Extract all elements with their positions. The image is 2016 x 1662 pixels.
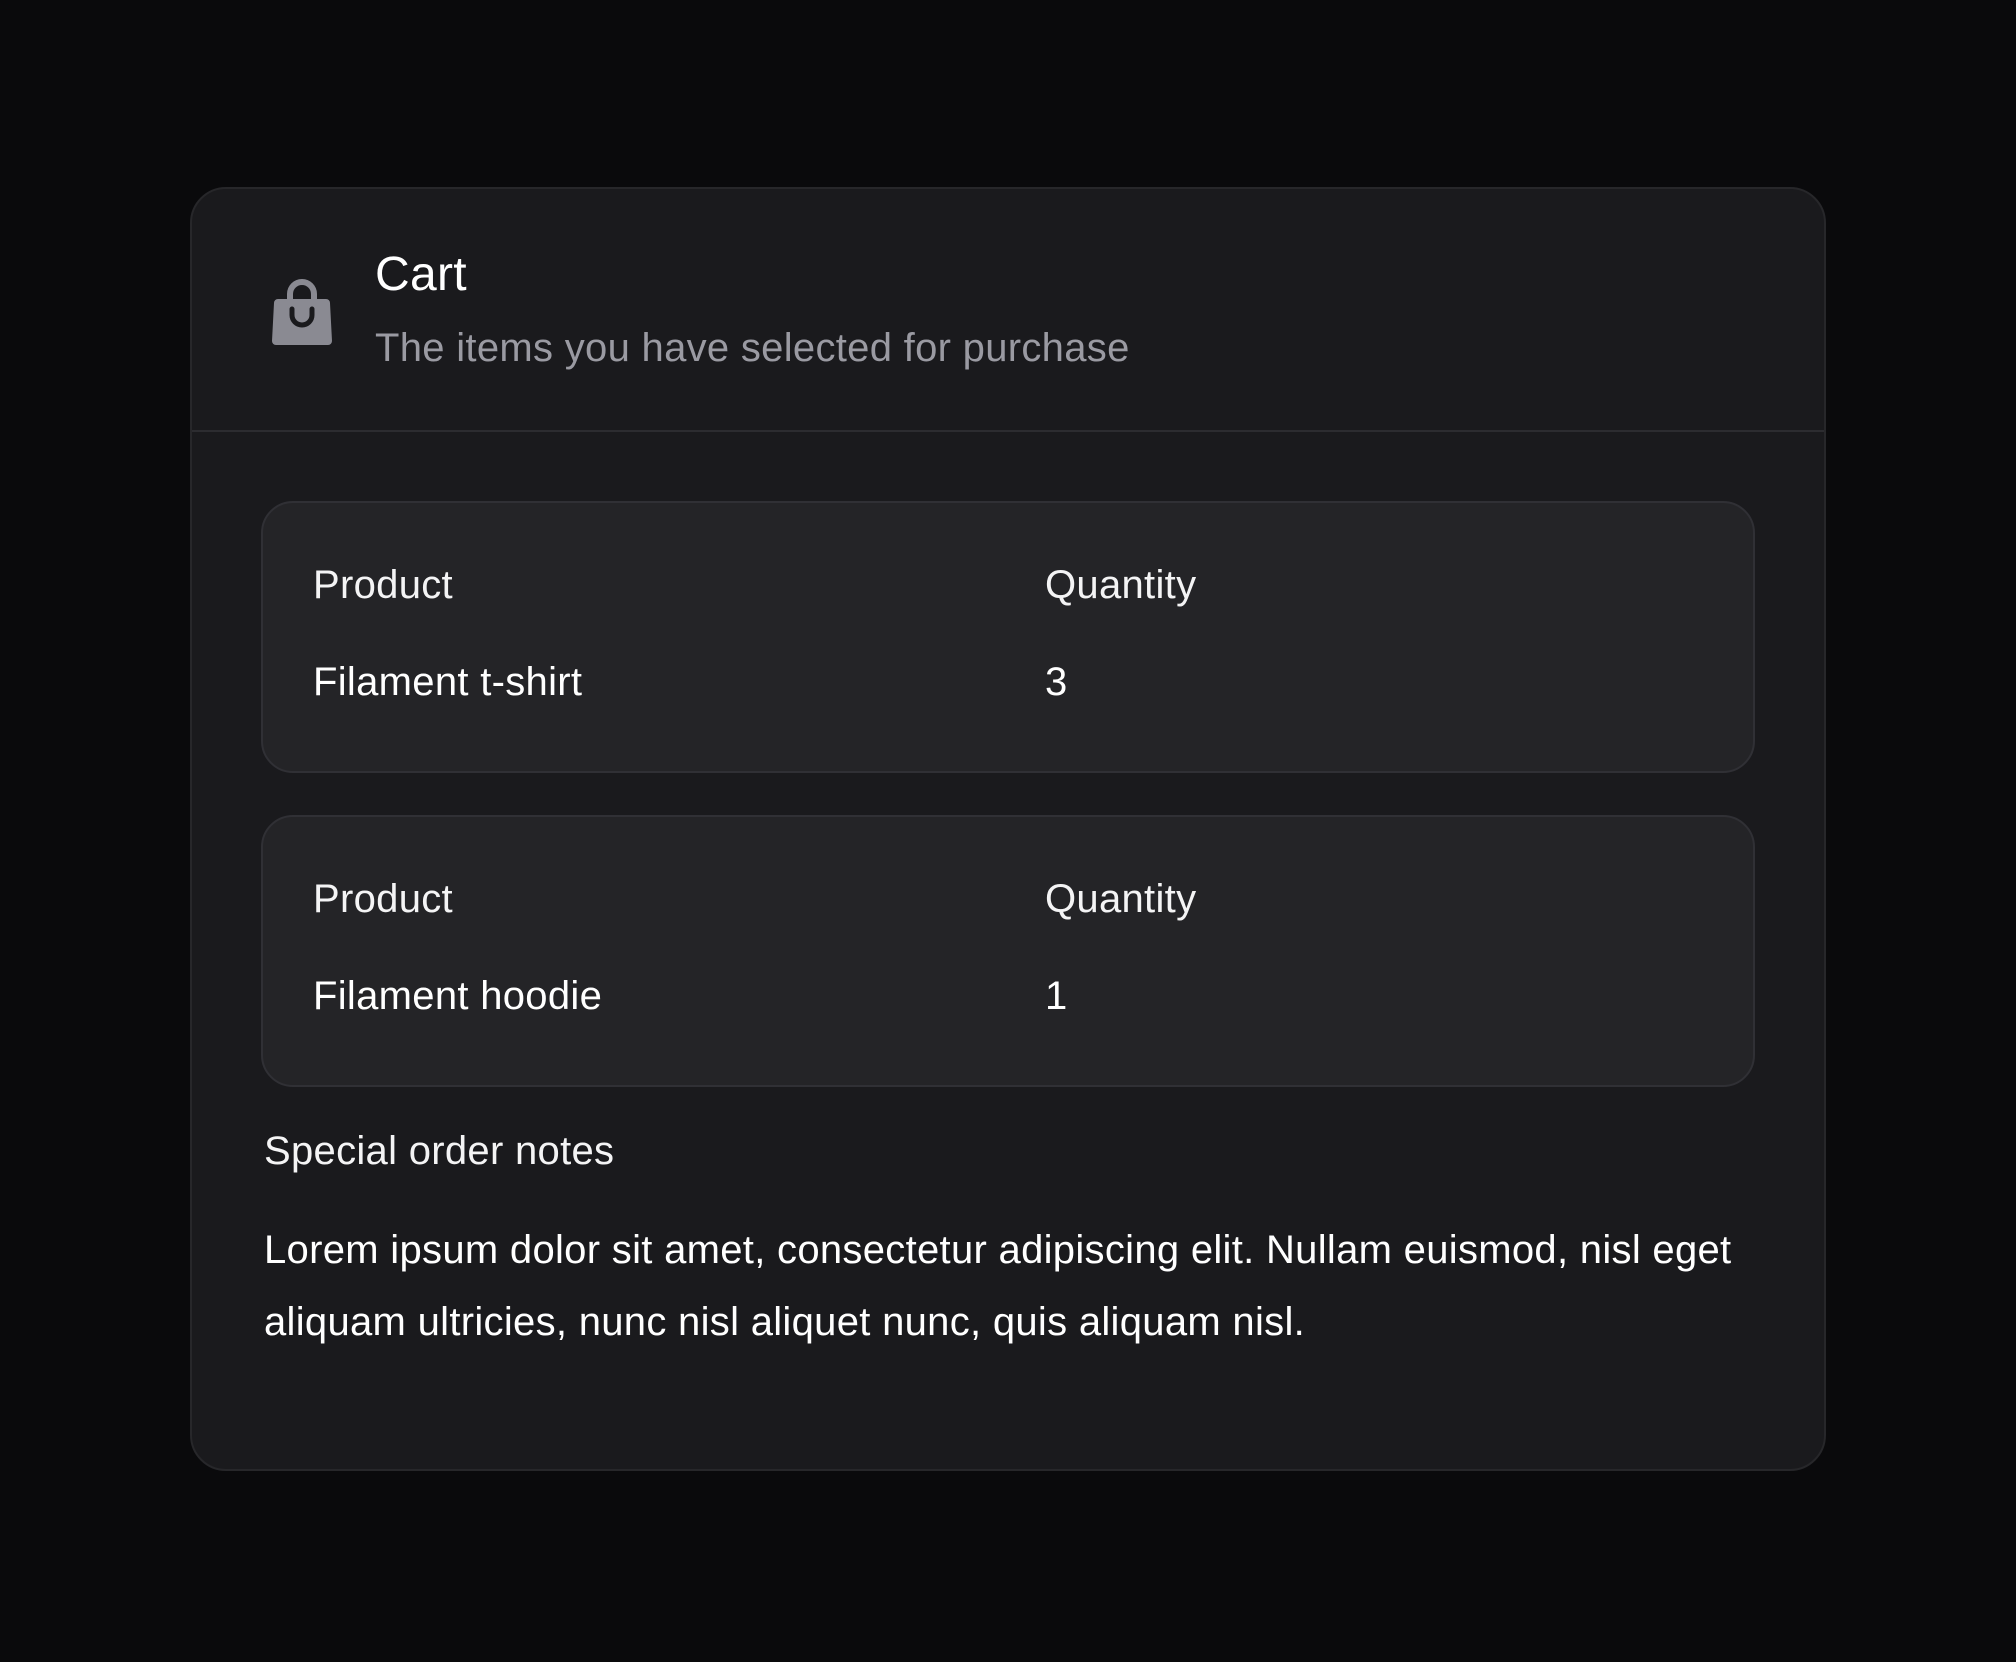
cart-card: Cart The items you have selected for pur… — [190, 187, 1826, 1471]
card-body: Product Quantity Filament t-shirt 3 Prod… — [192, 432, 1824, 1358]
cart-item: Product Quantity Filament hoodie 1 — [261, 815, 1755, 1087]
cart-item: Product Quantity Filament t-shirt 3 — [261, 501, 1755, 773]
product-value: Filament hoodie — [313, 974, 603, 1018]
shopping-bag-icon — [270, 277, 334, 347]
card-title: Cart — [375, 248, 467, 301]
product-value: Filament t-shirt — [313, 660, 583, 704]
quantity-label: Quantity — [1045, 877, 1197, 921]
order-notes: Special order notes Lorem ipsum dolor si… — [261, 1129, 1755, 1358]
card-header: Cart The items you have selected for pur… — [192, 189, 1824, 432]
quantity-value: 1 — [1045, 974, 1068, 1018]
notes-label: Special order notes — [264, 1129, 615, 1173]
product-label: Product — [313, 563, 453, 607]
notes-text: Lorem ipsum dolor sit amet, consectetur … — [264, 1228, 1732, 1344]
quantity-label: Quantity — [1045, 563, 1197, 607]
quantity-value: 3 — [1045, 660, 1068, 704]
product-label: Product — [313, 877, 453, 921]
card-subtitle: The items you have selected for purchase — [375, 326, 1130, 370]
